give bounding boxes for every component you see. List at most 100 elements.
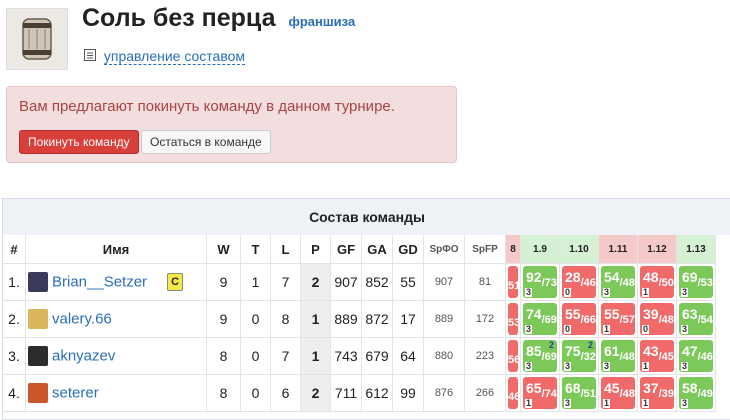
result-cell[interactable]: 58/49 3 [676, 374, 716, 412]
col-round[interactable]: 1.10 [559, 235, 599, 264]
alert-text: Вам предлагают покинуть команду в данном… [19, 98, 395, 115]
result-cell[interactable]: 45/48 1 [598, 374, 638, 412]
score-opponent: /32 [580, 351, 596, 363]
match-score: 43/45 [643, 343, 674, 363]
col-round[interactable]: 1.9 [520, 235, 560, 264]
result-cell[interactable]: 75/32 3 2 [559, 337, 599, 375]
result-cell[interactable]: 43/45 1 [637, 337, 677, 375]
player-link[interactable]: Brian__Setzer [52, 274, 147, 291]
result-cell[interactable]: 92/73 3 [520, 263, 560, 301]
score-opponent: /69 [541, 314, 557, 326]
match-points: 3 [681, 361, 689, 371]
rank-cell: 2. [3, 300, 26, 338]
player-link[interactable]: aknyazev [52, 348, 115, 365]
win-result: 58/49 3 [679, 377, 713, 409]
col-ga[interactable]: GA [361, 235, 393, 264]
result-cell[interactable]: 56 [505, 337, 521, 375]
match-points: 1 [642, 398, 650, 408]
match-points: 3 [681, 324, 689, 334]
bonus-marker: 2 [548, 340, 554, 350]
score-opponent: /48 [658, 314, 674, 326]
win-result: 92/73 3 [523, 266, 557, 298]
result-cell[interactable]: 28/46 0 [559, 263, 599, 301]
loss-result: 56 [508, 340, 520, 372]
col-gd[interactable]: GD [392, 235, 424, 264]
stay-in-team-button[interactable]: Остаться в команде [141, 130, 271, 154]
score-own: 61 [604, 343, 620, 359]
result-cell[interactable]: 39/48 0 [637, 300, 677, 338]
score-opponent: 46 [508, 391, 521, 403]
result-cell[interactable]: 61/48 3 [598, 337, 638, 375]
table-row: 4. seterer 8 0 6 2 711 612 99 876 266 46 65/74 1 68/51… [3, 374, 716, 412]
score-own: 28 [565, 269, 581, 285]
col-round[interactable]: 1.11 [598, 235, 638, 264]
match-score: 65/74 [526, 380, 557, 400]
avatar [28, 383, 48, 403]
ga-cell: 612 [361, 374, 393, 412]
result-cell[interactable]: 55/57 1 [598, 300, 638, 338]
col-w[interactable]: W [206, 235, 241, 264]
match-points: 1 [642, 361, 650, 371]
manage-roster-link[interactable]: управление составом [103, 48, 246, 65]
col-l[interactable]: L [270, 235, 301, 264]
result-cell[interactable]: 65/74 1 [520, 374, 560, 412]
col-round[interactable]: 8 [505, 235, 521, 264]
score-opponent: /49 [697, 388, 713, 400]
result-cell[interactable]: 47/46 3 [676, 337, 716, 375]
result-cell[interactable]: 68/51 3 [559, 374, 599, 412]
wins-cell: 8 [206, 374, 241, 412]
match-score: 48/50 [643, 269, 674, 289]
table-row: 2. valery.66 9 0 8 1 889 872 17 889 172 53 74/69 3 55/… [3, 300, 716, 338]
match-points: 3 [564, 398, 572, 408]
score-opponent: /50 [658, 277, 674, 289]
score-own: 39 [643, 306, 659, 322]
rank-cell: 4. [3, 374, 26, 412]
win-result: 85/69 3 2 [523, 340, 557, 372]
col-gf[interactable]: GF [330, 235, 362, 264]
match-points: 1 [642, 287, 650, 297]
match-points: 3 [681, 287, 689, 297]
match-points: 0 [642, 324, 650, 334]
gf-cell: 889 [330, 300, 362, 338]
result-cell[interactable]: 48/50 1 [637, 263, 677, 301]
match-score: 56 [508, 350, 520, 366]
result-cell[interactable]: 51 [505, 263, 521, 301]
player-link[interactable]: valery.66 [52, 311, 112, 328]
score-opponent: /53 [697, 277, 713, 289]
result-cell[interactable]: 55/66 0 [559, 300, 599, 338]
col-round[interactable]: 1.12 [637, 235, 677, 264]
result-cell[interactable]: 46 [505, 374, 521, 412]
gf-cell: 711 [330, 374, 362, 412]
table-row: 3. aknyazev 8 0 7 1 743 679 64 880 223 56 85/69 3 2 75/… [3, 337, 716, 375]
match-score: 37/39 [643, 380, 674, 400]
result-cell[interactable]: 63/54 3 [676, 300, 716, 338]
result-cell[interactable]: 53 [505, 300, 521, 338]
match-points: 3 [603, 361, 611, 371]
match-score: 45/48 [604, 380, 635, 400]
col-round[interactable]: 1.13 [676, 235, 716, 264]
franchise-link[interactable]: франшиза [288, 14, 355, 29]
col-p[interactable]: P [300, 235, 331, 264]
col-t[interactable]: T [240, 235, 271, 264]
player-link[interactable]: seterer [52, 385, 99, 402]
match-score: 63/54 [682, 306, 713, 326]
ga-cell: 852 [361, 263, 393, 301]
result-cell[interactable]: 54/48 3 [598, 263, 638, 301]
leave-team-alert: Вам предлагают покинуть команду в данном… [6, 86, 457, 163]
ties-cell: 1 [240, 263, 271, 301]
result-cell[interactable]: 69/53 3 [676, 263, 716, 301]
gd-cell: 17 [392, 300, 424, 338]
result-cell[interactable]: 85/69 3 2 [520, 337, 560, 375]
leave-team-button[interactable]: Покинуть команду [19, 130, 139, 154]
score-opponent: /51 [580, 388, 596, 400]
ga-cell: 872 [361, 300, 393, 338]
loss-result: 65/74 1 [523, 377, 557, 409]
col-name[interactable]: Имя [25, 235, 207, 264]
wins-cell: 9 [206, 263, 241, 301]
result-cell[interactable]: 74/69 3 [520, 300, 560, 338]
col-spfp[interactable]: SpFP [464, 235, 506, 264]
score-own: 92 [526, 269, 542, 285]
result-cell[interactable]: 37/39 1 [637, 374, 677, 412]
loss-result: 55/57 1 [601, 303, 635, 335]
col-spfo[interactable]: SpФО [423, 235, 465, 264]
